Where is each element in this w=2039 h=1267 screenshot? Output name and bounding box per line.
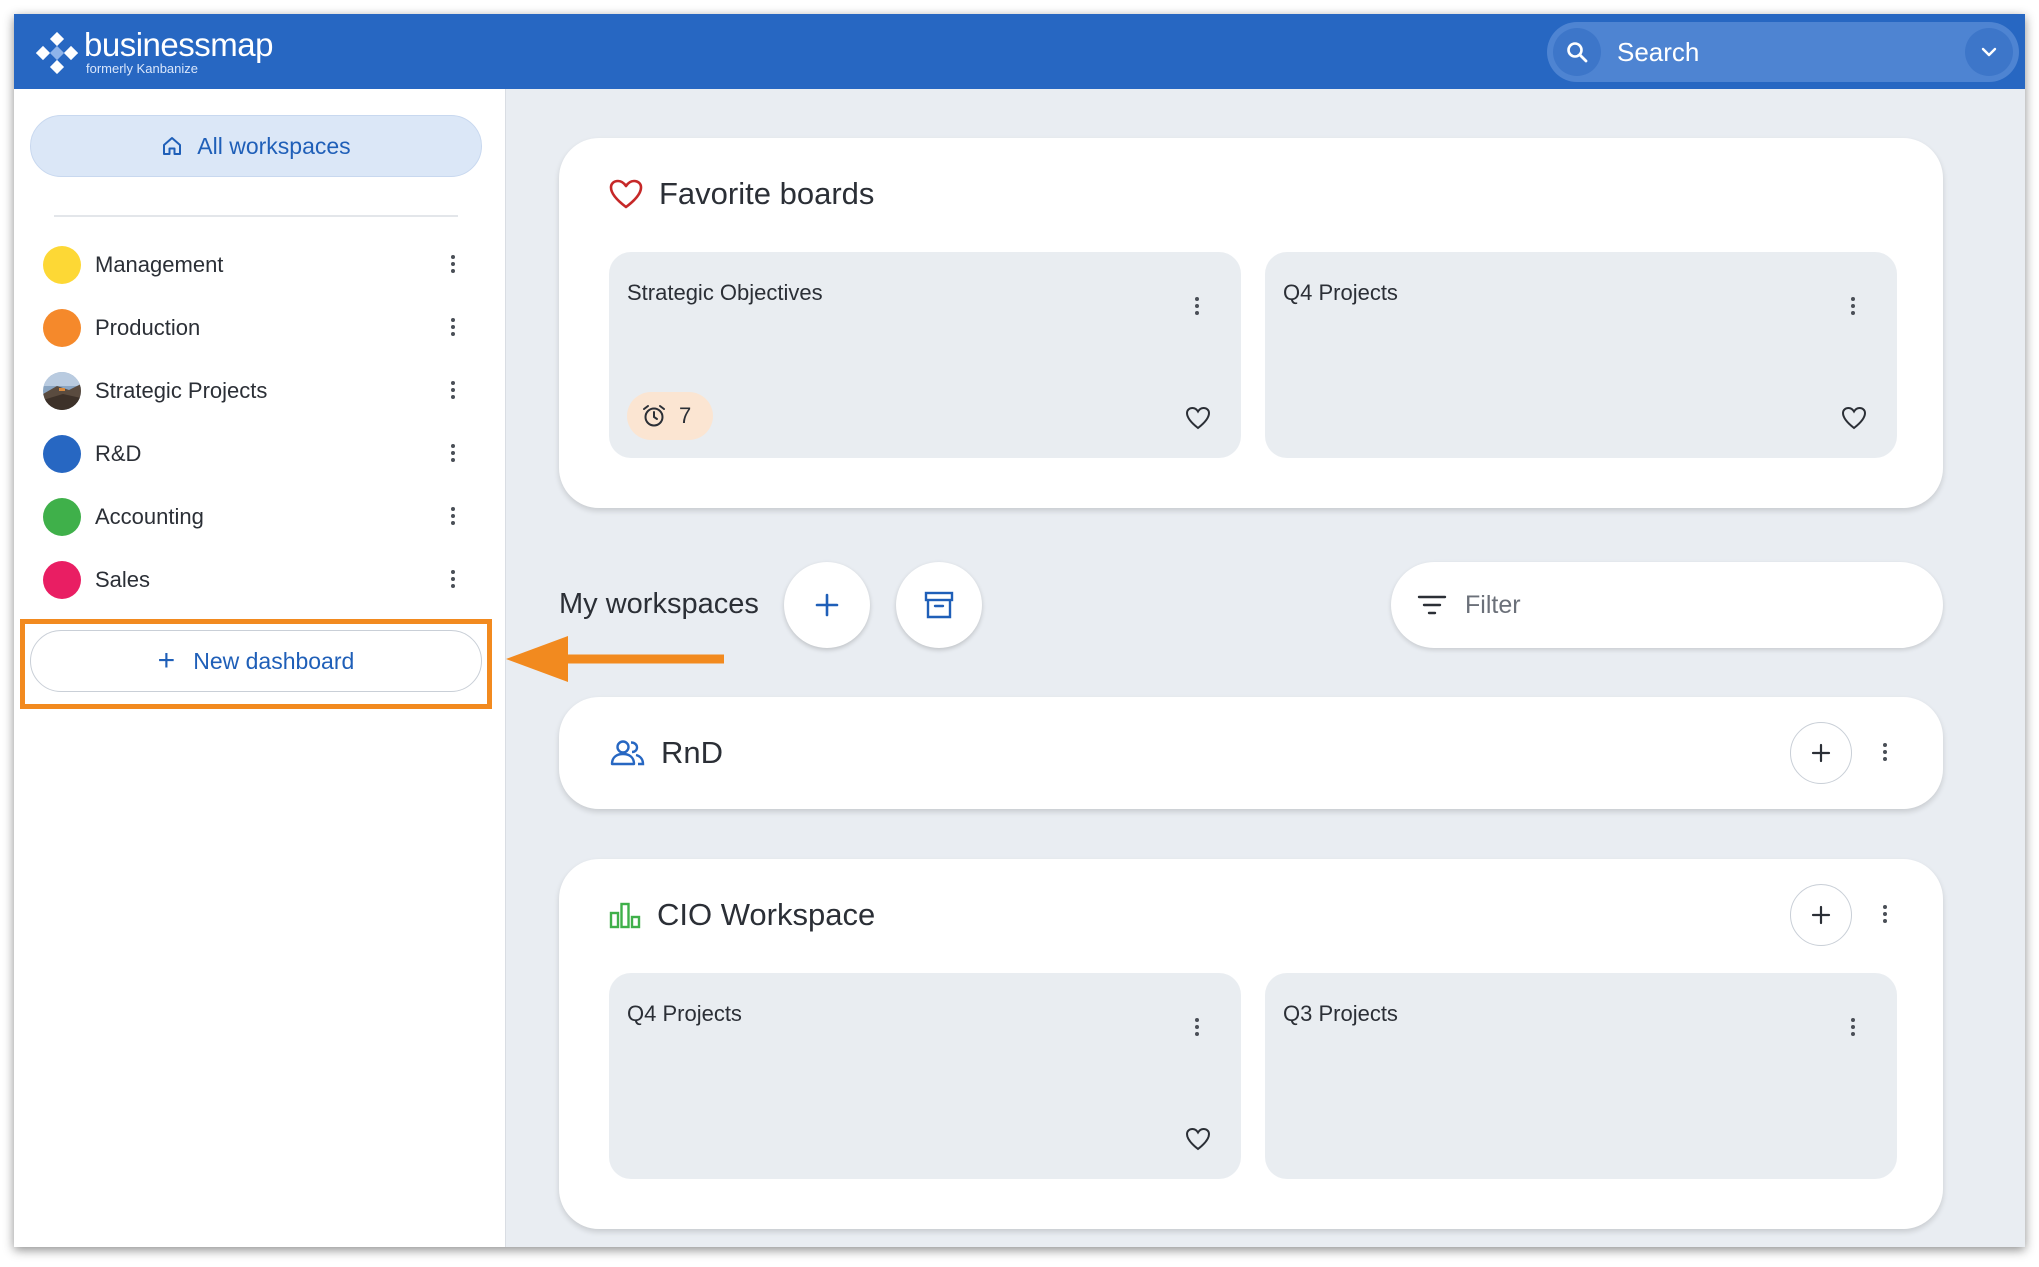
- sidebar-item-label: R&D: [95, 440, 142, 466]
- more-options-icon[interactable]: [447, 567, 459, 593]
- more-options-icon[interactable]: [447, 378, 459, 404]
- users-icon: [610, 740, 645, 766]
- workspace-title: CIO Workspace: [657, 897, 876, 932]
- sidebar-item-label: Management: [95, 251, 224, 277]
- favorite-boards-card: Favorite boards Strategic Objectives 7 Q…: [559, 138, 1943, 508]
- favorite-boards-title: Favorite boards: [659, 176, 875, 211]
- app-window: businessmap formerly Kanbanize Search Al…: [14, 14, 2025, 1247]
- sidebar-item-accounting[interactable]: Accounting: [14, 485, 505, 548]
- search-dropdown-button[interactable]: [1965, 28, 2013, 76]
- sidebar-item-strategic-projects[interactable]: Strategic Projects: [14, 359, 505, 422]
- top-bar: businessmap formerly Kanbanize Search: [14, 14, 2025, 89]
- board-title: Q4 Projects: [1283, 280, 1398, 305]
- plus-icon: +: [157, 644, 176, 677]
- more-options-icon[interactable]: [447, 315, 459, 341]
- more-options-icon[interactable]: [447, 504, 459, 530]
- annotation-arrow-icon: [506, 636, 724, 682]
- search-label: Search: [1617, 36, 1700, 67]
- archive-button[interactable]: [896, 562, 982, 648]
- search-icon: [1553, 28, 1601, 76]
- workspace-list: Management Production Strategic Projects…: [14, 233, 505, 611]
- sidebar-item-r-and-d[interactable]: R&D: [14, 422, 505, 485]
- filter-icon: [1417, 595, 1447, 615]
- more-options-icon[interactable]: [1191, 1015, 1203, 1041]
- board-card-strategic-objectives[interactable]: Strategic Objectives 7: [609, 252, 1241, 458]
- plus-icon: [815, 593, 839, 617]
- add-workspace-button[interactable]: [784, 562, 870, 648]
- sidebar-item-production[interactable]: Production: [14, 296, 505, 359]
- home-icon: [163, 137, 182, 155]
- more-options-icon[interactable]: [1879, 902, 1891, 928]
- all-workspaces-label: All workspaces: [197, 132, 351, 159]
- add-board-button[interactable]: [1790, 722, 1852, 784]
- favorite-heart-icon[interactable]: [1185, 1127, 1211, 1151]
- workspace-card-cio: CIO Workspace Q4 Projects Q3 Projects: [559, 859, 1943, 1229]
- board-title: Q3 Projects: [1283, 1001, 1398, 1026]
- all-workspaces-button[interactable]: All workspaces: [30, 115, 482, 177]
- more-options-icon[interactable]: [1847, 294, 1859, 320]
- alarm-count: 7: [679, 403, 692, 428]
- sidebar-item-label: Production: [95, 314, 201, 340]
- workspace-heading[interactable]: CIO Workspace: [609, 897, 875, 933]
- workspace-image-avatar: [43, 371, 81, 410]
- brand-tagline: formerly Kanbanize: [86, 61, 198, 76]
- workspace-title: RnD: [661, 735, 724, 770]
- plus-icon: [1811, 905, 1831, 925]
- plus-icon: [1811, 743, 1831, 763]
- board-title: Q4 Projects: [627, 1001, 742, 1026]
- add-board-button[interactable]: [1790, 884, 1852, 946]
- sidebar-divider: [54, 215, 458, 217]
- board-title: Strategic Objectives: [627, 280, 823, 305]
- filter-placeholder: Filter: [1465, 590, 1521, 619]
- alarm-badge[interactable]: 7: [627, 392, 714, 440]
- board-card-q4-projects[interactable]: Q4 Projects: [1265, 252, 1897, 458]
- favorite-heart-icon[interactable]: [1185, 406, 1211, 430]
- new-dashboard-button[interactable]: + New dashboard: [30, 630, 482, 692]
- sidebar-item-sales[interactable]: Sales: [14, 548, 505, 611]
- chevron-down-icon: [1981, 47, 1997, 57]
- workspace-color-dot: [43, 434, 81, 473]
- workspace-heading[interactable]: RnD: [609, 735, 723, 771]
- more-options-icon[interactable]: [447, 441, 459, 467]
- workspace-card-rnd: RnD: [559, 697, 1943, 809]
- more-options-icon[interactable]: [1879, 740, 1891, 766]
- businessmap-logo-icon: [36, 32, 78, 74]
- board-card-q4-projects[interactable]: Q4 Projects: [609, 973, 1241, 1179]
- board-card-q3-projects[interactable]: Q3 Projects: [1265, 973, 1897, 1179]
- workspace-color-dot: [43, 560, 81, 599]
- more-options-icon[interactable]: [1847, 1015, 1859, 1041]
- brand-name: businessmap: [84, 26, 273, 63]
- archive-icon: [924, 591, 954, 619]
- my-workspaces-title: My workspaces: [559, 588, 759, 620]
- more-options-icon[interactable]: [447, 252, 459, 278]
- workspace-color-dot: [43, 497, 81, 536]
- sidebar: All workspaces Management Production Str…: [14, 89, 506, 1247]
- more-options-icon[interactable]: [1191, 294, 1203, 320]
- alarm-clock-icon: [643, 405, 665, 427]
- filter-input[interactable]: Filter: [1391, 562, 1943, 648]
- sidebar-item-label: Sales: [95, 566, 151, 592]
- brand-logo[interactable]: businessmap formerly Kanbanize: [36, 28, 273, 76]
- bar-chart-icon: [609, 902, 641, 929]
- search-bar[interactable]: Search: [1547, 22, 2019, 82]
- sidebar-item-label: Strategic Projects: [95, 377, 268, 403]
- workspace-color-dot: [43, 245, 81, 284]
- heart-icon: [609, 179, 643, 209]
- favorite-heart-icon[interactable]: [1841, 406, 1867, 430]
- sidebar-item-label: Accounting: [95, 503, 204, 529]
- favorite-boards-heading: Favorite boards: [609, 176, 874, 212]
- sidebar-item-management[interactable]: Management: [14, 233, 505, 296]
- workspace-color-dot: [43, 308, 81, 347]
- new-dashboard-label: New dashboard: [193, 647, 355, 674]
